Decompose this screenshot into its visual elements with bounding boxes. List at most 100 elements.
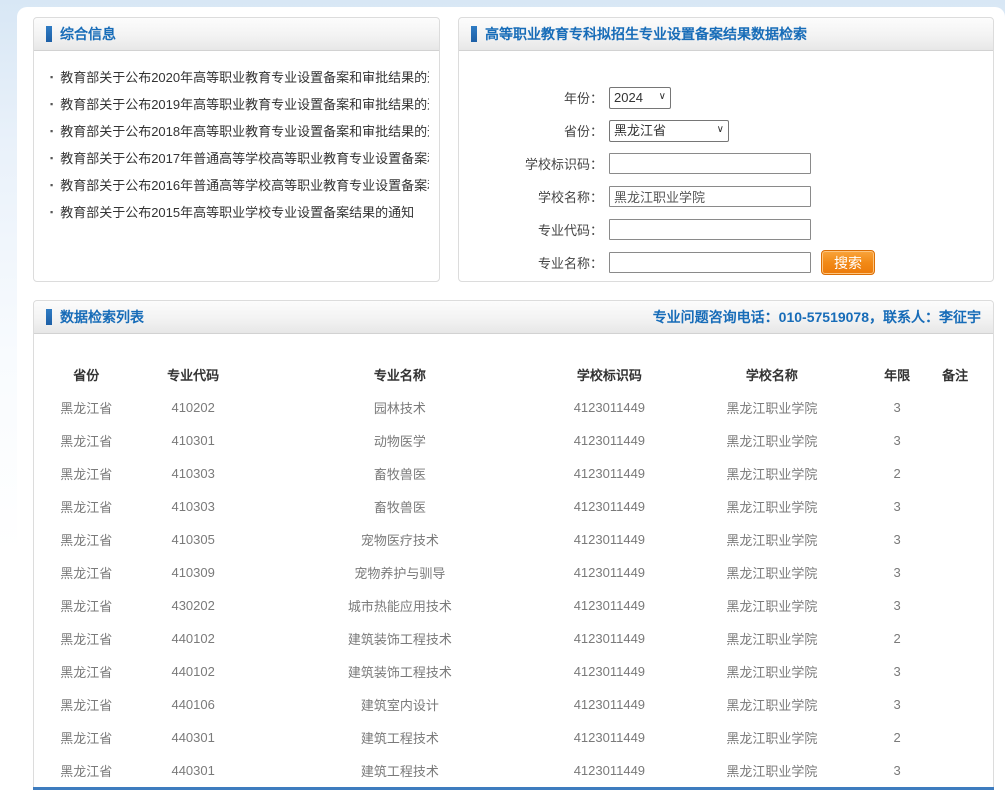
- table-body: 黑龙江省 410202 园林技术 4123011449 黑龙江职业学院 3 黑龙…: [34, 391, 993, 787]
- cell-province: 黑龙江省: [34, 589, 139, 622]
- announcement-link[interactable]: 教育部关于公布2017年普通高等学校高等职业教育专业设置备案和审...: [60, 148, 429, 167]
- cell-province: 黑龙江省: [34, 721, 139, 754]
- column-header: 省份: [34, 358, 139, 391]
- year-label: 年份：: [459, 88, 603, 107]
- cell-years: 3: [877, 688, 917, 721]
- bullet-icon: ▪: [50, 180, 53, 190]
- cell-school-name: 黑龙江职业学院: [667, 622, 877, 655]
- announcement-link[interactable]: 教育部关于公布2019年高等职业教育专业设置备案和审批结果的通知: [60, 94, 429, 113]
- cell-major-code: 410305: [139, 523, 248, 556]
- announcement-link[interactable]: 教育部关于公布2020年高等职业教育专业设置备案和审批结果的通知: [60, 67, 429, 86]
- bullet-icon: ▪: [50, 207, 53, 217]
- cell-major-name: 建筑工程技术: [248, 754, 552, 787]
- major-code-input[interactable]: [609, 219, 811, 240]
- content-container: 综合信息 ▪ 教育部关于公布2020年高等职业教育专业设置备案和审批结果的通知 …: [17, 7, 1005, 790]
- cell-major-name: 动物医学: [248, 424, 552, 457]
- search-button[interactable]: 搜索: [821, 250, 875, 275]
- cell-major-code: 430202: [139, 589, 248, 622]
- cell-school-name: 黑龙江职业学院: [667, 490, 877, 523]
- cell-major-name: 园林技术: [248, 391, 552, 424]
- cell-remark: [917, 391, 993, 424]
- cell-remark: [917, 622, 993, 655]
- cell-school-name: 黑龙江职业学院: [667, 754, 877, 787]
- cell-school-code: 4123011449: [552, 655, 667, 688]
- results-panel-header: 数据检索列表 专业问题咨询电话：010-57519078，联系人：李征宇: [34, 301, 993, 334]
- cell-major-name: 畜牧兽医: [248, 490, 552, 523]
- cell-remark: [917, 490, 993, 523]
- cell-remark: [917, 589, 993, 622]
- bullet-icon: ▪: [50, 99, 53, 109]
- cell-years: 3: [877, 523, 917, 556]
- column-header: 专业代码: [139, 358, 248, 391]
- announcement-link[interactable]: 教育部关于公布2016年普通高等学校高等职业教育专业设置备案和审...: [60, 175, 429, 194]
- school-code-label: 学校标识码：: [459, 154, 603, 173]
- province-select[interactable]: 黑龙江省: [609, 120, 729, 142]
- cell-major-name: 建筑装饰工程技术: [248, 655, 552, 688]
- cell-school-name: 黑龙江职业学院: [667, 655, 877, 688]
- cell-remark: [917, 556, 993, 589]
- cell-school-name: 黑龙江职业学院: [667, 721, 877, 754]
- table-row: 黑龙江省 410301 动物医学 4123011449 黑龙江职业学院 3: [34, 424, 993, 457]
- cell-school-code: 4123011449: [552, 754, 667, 787]
- results-table: 省份 专业代码 专业名称 学校标识码 学校名称 年限 备注: [34, 358, 993, 787]
- column-header: 学校标识码: [552, 358, 667, 391]
- search-form: 年份： 2024 ∨ 省份： 黑龙江省 ∨: [459, 51, 993, 279]
- cell-province: 黑龙江省: [34, 424, 139, 457]
- cell-remark: [917, 457, 993, 490]
- bullet-icon: ▪: [50, 126, 53, 136]
- list-item: ▪ 教育部关于公布2015年高等职业学校专业设置备案结果的通知: [50, 198, 429, 225]
- announcement-link[interactable]: 教育部关于公布2018年高等职业教育专业设置备案和审批结果的通知: [60, 121, 429, 140]
- cell-major-code: 410202: [139, 391, 248, 424]
- cell-major-name: 建筑装饰工程技术: [248, 622, 552, 655]
- list-item: ▪ 教育部关于公布2017年普通高等学校高等职业教育专业设置备案和审...: [50, 144, 429, 171]
- school-code-input[interactable]: [609, 153, 811, 174]
- cell-years: 2: [877, 457, 917, 490]
- results-panel-title: 数据检索列表: [60, 307, 144, 327]
- cell-province: 黑龙江省: [34, 622, 139, 655]
- list-item: ▪ 教育部关于公布2018年高等职业教育专业设置备案和审批结果的通知: [50, 117, 429, 144]
- column-header: 备注: [917, 358, 993, 391]
- cell-province: 黑龙江省: [34, 655, 139, 688]
- cell-province: 黑龙江省: [34, 754, 139, 787]
- cell-remark: [917, 655, 993, 688]
- major-name-input[interactable]: [609, 252, 811, 273]
- year-select[interactable]: 2024: [609, 87, 671, 109]
- cell-school-name: 黑龙江职业学院: [667, 424, 877, 457]
- info-list: ▪ 教育部关于公布2020年高等职业教育专业设置备案和审批结果的通知 ▪ 教育部…: [34, 51, 439, 225]
- cell-major-name: 城市热能应用技术: [248, 589, 552, 622]
- cell-major-name: 宠物养护与驯导: [248, 556, 552, 589]
- info-panel: 综合信息 ▪ 教育部关于公布2020年高等职业教育专业设置备案和审批结果的通知 …: [33, 17, 440, 282]
- column-header: 学校名称: [667, 358, 877, 391]
- cell-school-code: 4123011449: [552, 523, 667, 556]
- cell-major-code: 440301: [139, 721, 248, 754]
- table-row: 黑龙江省 440102 建筑装饰工程技术 4123011449 黑龙江职业学院 …: [34, 622, 993, 655]
- school-name-input[interactable]: [609, 186, 811, 207]
- table-row: 黑龙江省 440106 建筑室内设计 4123011449 黑龙江职业学院 3: [34, 688, 993, 721]
- cell-major-code: 410301: [139, 424, 248, 457]
- cell-school-code: 4123011449: [552, 589, 667, 622]
- cell-remark: [917, 523, 993, 556]
- cell-major-name: 建筑室内设计: [248, 688, 552, 721]
- search-panel: 高等职业教育专科拟招生专业设置备案结果数据检索 年份： 2024 ∨ 省份：: [458, 17, 994, 282]
- table-row: 黑龙江省 440301 建筑工程技术 4123011449 黑龙江职业学院 3: [34, 754, 993, 787]
- title-accent-bar: [471, 26, 477, 42]
- major-name-label: 专业名称：: [459, 253, 603, 272]
- bullet-icon: ▪: [50, 153, 53, 163]
- announcement-link[interactable]: 教育部关于公布2015年高等职业学校专业设置备案结果的通知: [60, 202, 414, 221]
- cell-years: 2: [877, 721, 917, 754]
- search-panel-title: 高等职业教育专科拟招生专业设置备案结果数据检索: [485, 24, 807, 44]
- list-item: ▪ 教育部关于公布2019年高等职业教育专业设置备案和审批结果的通知: [50, 90, 429, 117]
- table-row: 黑龙江省 410303 畜牧兽医 4123011449 黑龙江职业学院 3: [34, 490, 993, 523]
- cell-school-code: 4123011449: [552, 721, 667, 754]
- cell-school-code: 4123011449: [552, 424, 667, 457]
- cell-school-name: 黑龙江职业学院: [667, 556, 877, 589]
- cell-school-name: 黑龙江职业学院: [667, 589, 877, 622]
- table-row: 黑龙江省 410309 宠物养护与驯导 4123011449 黑龙江职业学院 3: [34, 556, 993, 589]
- bullet-icon: ▪: [50, 72, 53, 82]
- cell-major-code: 440102: [139, 655, 248, 688]
- cell-school-code: 4123011449: [552, 688, 667, 721]
- table-row: 黑龙江省 410303 畜牧兽医 4123011449 黑龙江职业学院 2: [34, 457, 993, 490]
- cell-major-name: 畜牧兽医: [248, 457, 552, 490]
- column-header: 年限: [877, 358, 917, 391]
- cell-school-code: 4123011449: [552, 622, 667, 655]
